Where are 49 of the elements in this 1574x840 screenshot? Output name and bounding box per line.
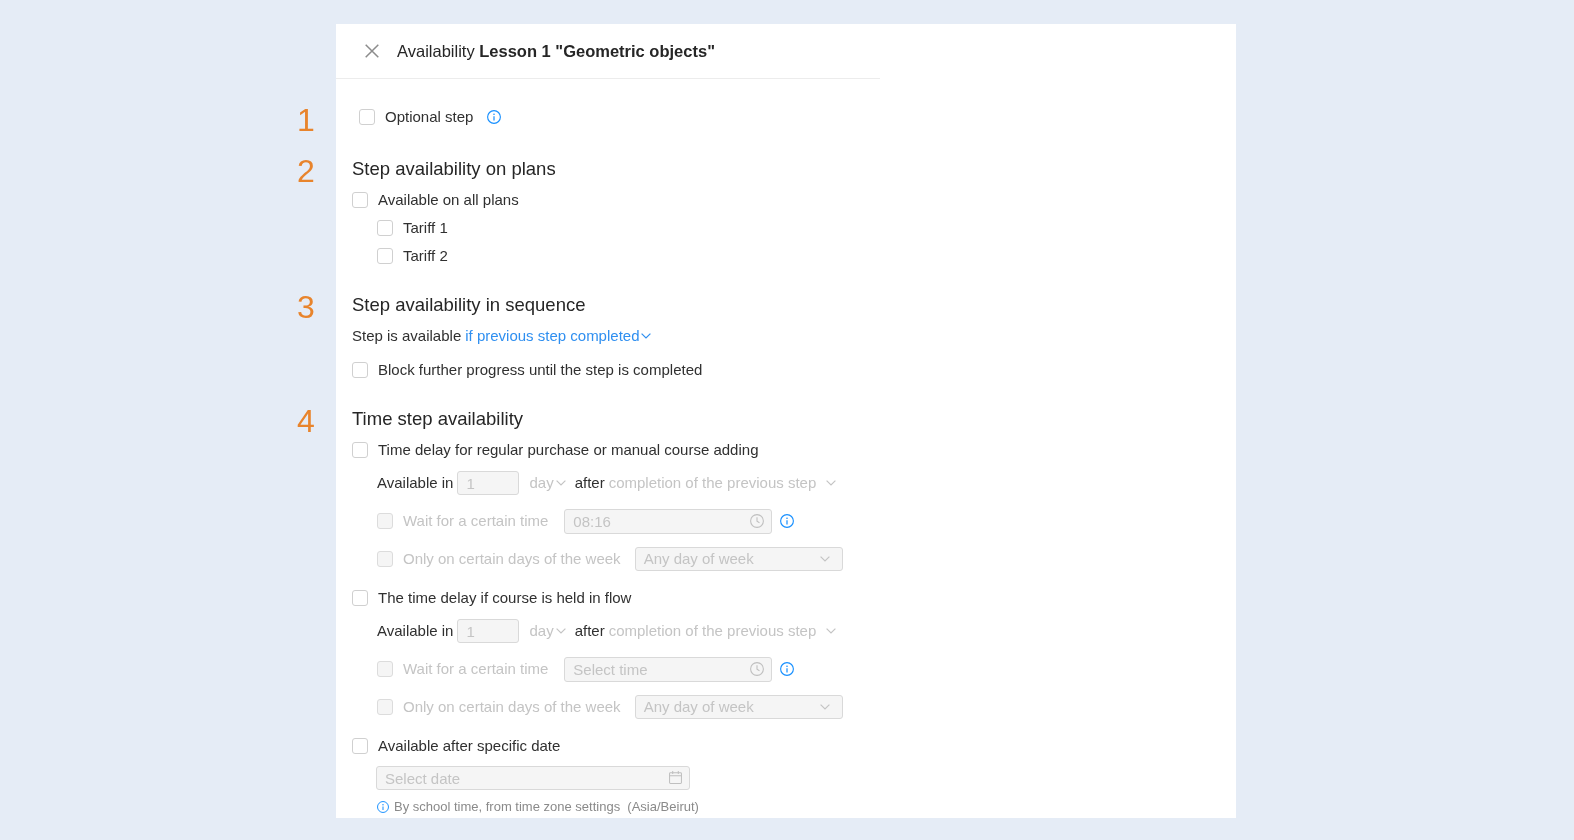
step-number: 2 <box>296 159 316 183</box>
checkbox[interactable] <box>352 192 368 208</box>
info-icon[interactable] <box>487 110 502 124</box>
step-number: 4 <box>296 409 316 433</box>
checkbox-label: Block further progress until the step is completed <box>378 360 703 380</box>
checkbox[interactable] <box>352 738 368 754</box>
checkbox-label: Wait for a certain time <box>403 659 549 679</box>
clock-icon <box>750 661 765 676</box>
checkbox[interactable] <box>352 362 368 378</box>
field-label: Available in <box>377 473 454 493</box>
chevron-down-icon <box>640 333 651 339</box>
calendar-icon <box>669 771 682 784</box>
chevron-down-icon <box>826 628 837 634</box>
checkbox[interactable] <box>352 590 368 606</box>
section-heading: Step availability on plans <box>352 157 556 181</box>
checkbox-label: Only on certain days of the week <box>403 697 621 717</box>
checkbox-label: Tariff 2 <box>403 246 448 266</box>
section-heading: Step availability in sequence <box>352 293 586 317</box>
checkbox-label: Available on all plans <box>378 190 519 210</box>
checkbox[interactable] <box>377 220 393 236</box>
chevron-down-icon <box>819 704 830 710</box>
timezone-note: By school time, from time zone settings (Asia/Beirut) <box>394 800 699 814</box>
checkbox-label: The time delay if course is held in flow <box>378 588 632 608</box>
chevron-down-icon <box>555 628 566 634</box>
chevron-down-icon <box>555 480 566 486</box>
section-heading: Time step availability <box>352 407 524 431</box>
chevron-down-icon <box>819 556 830 562</box>
connector-label: after <box>574 473 605 493</box>
close-button[interactable] <box>365 44 379 58</box>
checkbox-label: Wait for a certain time <box>403 511 549 531</box>
step-number: 3 <box>296 295 316 319</box>
checkbox[interactable] <box>359 109 375 125</box>
checkbox-label: Available after specific date <box>378 736 561 756</box>
close-icon <box>365 44 379 58</box>
checkbox[interactable] <box>377 248 393 264</box>
dialog-title: Availability Lesson 1 "Geometric objects" <box>397 40 715 62</box>
chevron-down-icon <box>826 480 837 486</box>
checkbox-label: Tariff 1 <box>403 218 448 238</box>
step-number: 1 <box>296 108 316 132</box>
checkbox-label: Time delay for regular purchase or manual course adding <box>378 440 759 460</box>
checkbox-label: Optional step <box>385 107 474 127</box>
condition-label: Step is available <box>352 326 462 346</box>
field-label: Available in <box>377 621 454 641</box>
checkbox-label: Only on certain days of the week <box>403 549 621 569</box>
condition-dropdown[interactable]: if previous step completed <box>465 326 651 346</box>
checkbox[interactable] <box>352 442 368 458</box>
connector-label: after <box>574 621 605 641</box>
info-icon[interactable] <box>377 801 389 813</box>
clock-icon <box>750 513 765 528</box>
